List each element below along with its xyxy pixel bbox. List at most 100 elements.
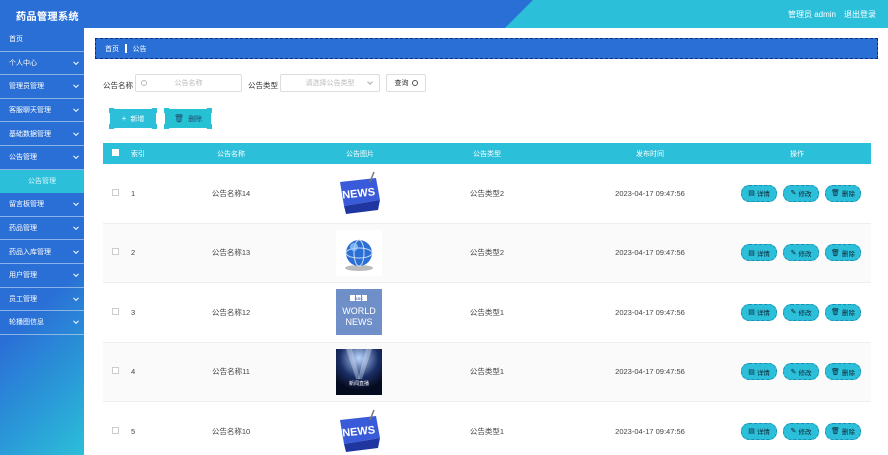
sidebar-item-drug-stock[interactable]: 药品入库管理 (0, 240, 84, 264)
trash-icon: 🗑 (831, 368, 840, 376)
col-name: 公告名称 (217, 150, 245, 158)
edit-button[interactable]: ✎ 修改 (783, 422, 819, 440)
sidebar-item-label: 用户管理 (9, 272, 37, 280)
search-icon (141, 80, 147, 86)
pencil-icon: ✎ (790, 249, 797, 257)
sidebar-item-label: 个人中心 (9, 59, 37, 67)
table-row: 4 公告名称11 新闻直播 公告类型1 2023-04-17 09:47:56 … (103, 342, 871, 402)
row-index: 1 (131, 188, 136, 198)
document-icon: ▤ (748, 309, 755, 317)
sidebar-item-carousel[interactable]: 轮播图信息 (0, 311, 84, 335)
breadcrumb-home[interactable]: 首页 (105, 44, 119, 54)
row-checkbox[interactable] (111, 367, 119, 375)
sidebar-item-home[interactable]: 首页 (0, 28, 84, 52)
sidebar-subitem-announcement-list[interactable]: 公告管理 (0, 169, 84, 194)
edit-button[interactable]: ✎ 修改 (783, 303, 819, 321)
pencil-icon: ✎ (790, 368, 797, 376)
sidebar-item-label: 公告管理 (9, 154, 37, 162)
sidebar-item-label: 管理员管理 (9, 83, 44, 91)
name-filter-label: 公告名称 (103, 81, 133, 90)
delete-label: 删除 (841, 369, 855, 377)
delete-button[interactable]: 🗑 删除 (825, 303, 861, 321)
name-search-placeholder: 公告名称 (174, 80, 203, 87)
globe-image (336, 229, 382, 276)
delete-button[interactable]: 🗑 删除 (825, 244, 861, 262)
row-type: 公告类型1 (469, 426, 505, 436)
sidebar-item-announcements[interactable]: 公告管理 (0, 146, 84, 170)
row-checkbox-cell (111, 188, 119, 198)
logout-link[interactable]: 退出登录 (844, 9, 876, 20)
sidebar-item-drugs[interactable]: 药品管理 (0, 217, 84, 241)
edit-button[interactable]: ✎ 修改 (783, 184, 819, 202)
sidebar-item-admins[interactable]: 管理员管理 (0, 75, 84, 99)
corner-decoration (206, 102, 218, 114)
breadcrumb: 首页 公告 (95, 38, 878, 59)
col-image: 公告图片 (346, 150, 374, 158)
detail-label: 详情 (756, 191, 770, 199)
row-name: 公告名称10 (211, 426, 251, 436)
detail-label: 详情 (756, 310, 770, 318)
col-time: 发布时间 (636, 150, 664, 158)
news-key-image: NEWS (336, 408, 382, 455)
sidebar-item-base-data[interactable]: 基础数据管理 (0, 122, 84, 146)
type-select-placeholder: 请选择公告类型 (305, 80, 355, 87)
row-name: 公告名称14 (211, 188, 251, 198)
detail-button[interactable]: ▤ 详情 (741, 422, 777, 440)
bbc-world-news-image: BBC WORLD NEWS (336, 289, 382, 336)
row-name: 公告名称13 (211, 248, 251, 258)
sidebar-item-messages[interactable]: 留言板管理 (0, 193, 84, 217)
delete-button[interactable]: 🗑 删除 (825, 363, 861, 381)
sidebar-item-label: 留言板管理 (9, 201, 44, 209)
delete-button[interactable]: 🗑 删除 (825, 184, 861, 202)
row-type: 公告类型2 (469, 248, 505, 258)
table-row: 5 公告名称10 NEWS 公告类型1 2023-04-17 09:47:56 … (103, 402, 871, 455)
top-header: 药品管理系统 管理员 admin 退出登录 (0, 0, 888, 28)
row-name: 公告名称12 (211, 307, 251, 317)
sidebar-item-profile[interactable]: 个人中心 (0, 52, 84, 76)
sidebar-item-users[interactable]: 用户管理 (0, 264, 84, 288)
sidebar-item-label: 公告管理 (28, 178, 56, 186)
row-checkbox[interactable] (111, 426, 119, 434)
pencil-icon: ✎ (790, 309, 797, 317)
search-button[interactable]: 查询 (386, 74, 426, 92)
chevron-down-icon (73, 153, 79, 160)
row-time: 2023-04-17 09:47:56 (615, 188, 685, 198)
edit-label: 修改 (798, 429, 812, 437)
chevron-down-icon (367, 79, 373, 85)
trash-icon: 🗑 (831, 190, 840, 198)
row-checkbox[interactable] (111, 188, 119, 196)
table-header: 索引 公告名称 公告图片 公告类型 发布时间 操作 (103, 143, 871, 164)
row-checkbox-cell (111, 426, 119, 436)
corner-decoration (158, 102, 170, 114)
pencil-icon: ✎ (790, 428, 797, 436)
row-time: 2023-04-17 09:47:56 (615, 248, 685, 258)
detail-button[interactable]: ▤ 详情 (741, 184, 777, 202)
sidebar-item-staff[interactable]: 员工管理 (0, 288, 84, 312)
add-button[interactable]: + 新增 (103, 102, 163, 135)
edit-button[interactable]: ✎ 修改 (783, 244, 819, 262)
detail-button[interactable]: ▤ 详情 (741, 363, 777, 381)
name-search-input[interactable]: 公告名称 (135, 74, 242, 92)
sidebar-item-label: 药品管理 (9, 225, 37, 233)
breadcrumb-current: 公告 (132, 45, 147, 53)
detail-button[interactable]: ▤ 详情 (741, 303, 777, 321)
corner-decoration (158, 123, 170, 135)
table-row: 1 公告名称14 NEWS 公告类型2 2023-04-17 09:47:56 … (103, 164, 871, 224)
row-checkbox[interactable] (111, 248, 119, 256)
detail-button[interactable]: ▤ 详情 (741, 244, 777, 262)
edit-button[interactable]: ✎ 修改 (783, 363, 819, 381)
row-checkbox-cell (111, 248, 119, 257)
row-type: 公告类型1 (469, 367, 505, 377)
detail-label: 详情 (756, 369, 770, 377)
delete-button[interactable]: 🗑 删除 (825, 422, 861, 440)
type-select[interactable]: 请选择公告类型 (280, 74, 380, 92)
row-index: 4 (131, 367, 136, 377)
batch-delete-button[interactable]: 🗑 删除 (158, 102, 218, 135)
row-checkbox[interactable] (111, 307, 119, 315)
chevron-down-icon (73, 82, 79, 89)
corner-decoration (103, 102, 115, 114)
search-button-label: 查询 (394, 80, 409, 87)
select-all-checkbox[interactable] (111, 149, 119, 156)
sidebar-item-chat[interactable]: 客服聊天管理 (0, 99, 84, 123)
row-time: 2023-04-17 09:47:56 (615, 307, 685, 317)
